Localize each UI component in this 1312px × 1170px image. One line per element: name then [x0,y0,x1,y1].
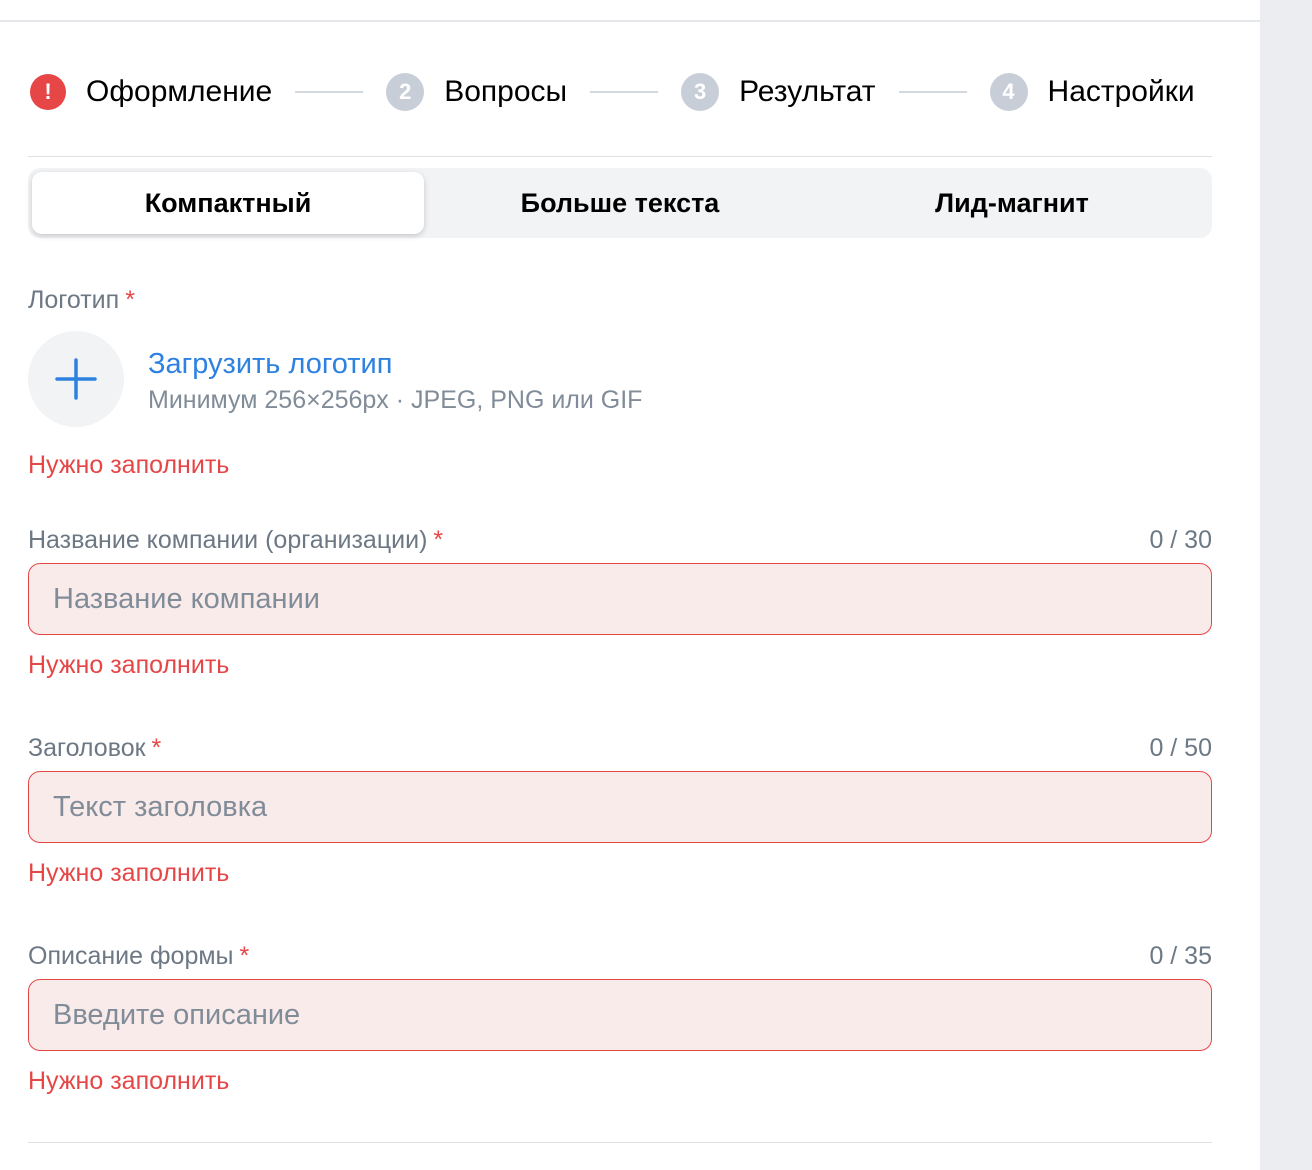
company-name-error: Нужно заполнить [28,651,230,679]
logo-label: Логотип * [28,286,135,315]
heading-input[interactable] [53,790,1187,824]
step-connector [898,91,967,93]
step-questions[interactable]: 2 Вопросы [386,73,567,111]
description-error: Нужно заполнить [28,1067,230,1095]
tab-compact[interactable]: Компактный [32,172,424,234]
heading-field [28,771,1212,843]
step-number-badge: 3 [681,73,720,111]
company-name-label: Название компании (организации) * [28,526,443,555]
tab-more-text[interactable]: Больше текста [424,172,816,234]
error-icon: ! [30,74,66,110]
step-number-badge: 2 [386,73,425,111]
required-mark: * [433,526,444,554]
logo-error: Нужно заполнить [28,451,230,479]
top-divider [0,20,1260,22]
company-name-field [28,563,1212,635]
plus-icon [55,358,97,400]
description-label-text: Описание формы [28,942,234,970]
upload-logo-link[interactable]: Загрузить логотип [148,348,392,381]
heading-error: Нужно заполнить [28,859,230,887]
right-panel-edge [1260,0,1312,1170]
required-mark: * [151,734,162,762]
description-counter: 0 / 35 [1149,942,1212,970]
step-number-badge: 4 [989,73,1028,111]
company-name-input[interactable] [53,582,1187,616]
company-name-label-text: Название компании (организации) [28,526,428,554]
layout-segmented-control: Компактный Больше текста Лид-магнит [28,168,1212,238]
step-settings[interactable]: 4 Настройки [989,73,1195,111]
step-label: Оформление [86,75,273,108]
logo-label-text: Логотип [28,286,120,314]
logo-upload-button[interactable] [28,331,124,427]
description-input[interactable] [53,998,1187,1032]
step-connector [590,91,659,93]
description-label: Описание формы * [28,942,249,971]
heading-label-text: Заголовок [28,734,146,762]
heading-label: Заголовок * [28,734,161,763]
company-name-counter: 0 / 30 [1149,526,1212,554]
heading-counter: 0 / 50 [1149,734,1212,762]
description-field [28,979,1212,1051]
step-design[interactable]: ! Оформление [28,74,272,110]
step-label: Результат [739,75,876,108]
tab-lead-magnet[interactable]: Лид-магнит [816,172,1208,234]
step-label: Вопросы [444,75,568,108]
stepper-divider [28,156,1212,157]
stepper: ! Оформление 2 Вопросы 3 Результат 4 Нас… [28,70,1212,114]
step-label: Настройки [1047,75,1195,108]
step-connector [295,91,364,93]
step-result[interactable]: 3 Результат [681,73,876,111]
required-mark: * [125,286,135,314]
upload-logo-hint: Минимум 256×256px · JPEG, PNG или GIF [148,386,643,414]
bottom-divider [28,1142,1212,1143]
required-mark: * [239,942,250,970]
